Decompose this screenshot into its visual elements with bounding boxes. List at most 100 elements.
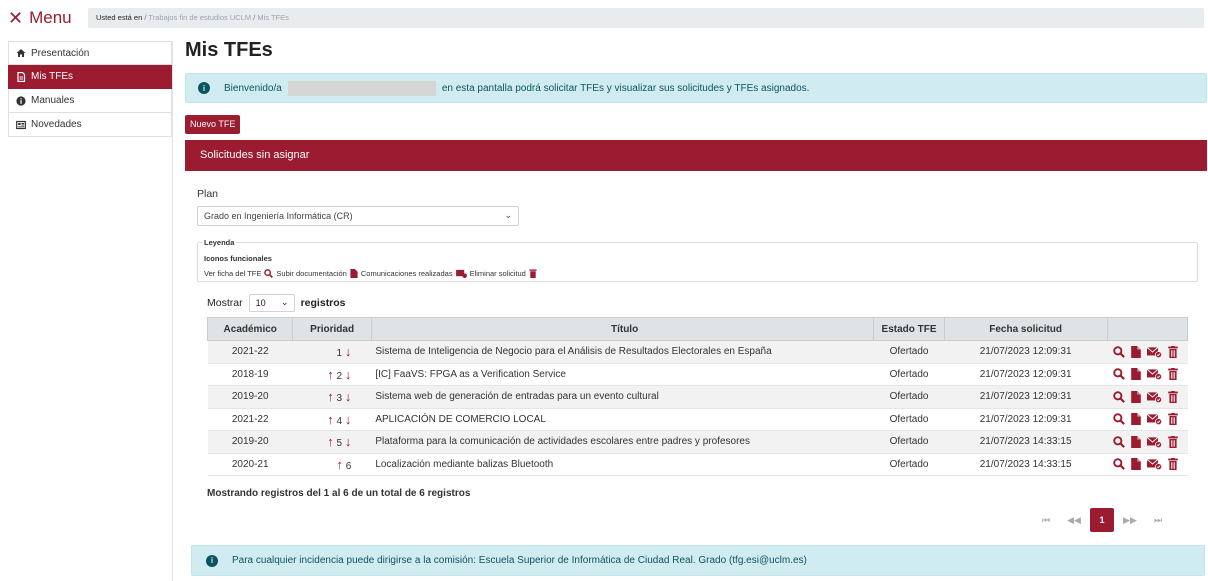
search-icon[interactable] bbox=[1113, 390, 1125, 403]
arrow-up-icon[interactable]: ↑ bbox=[327, 367, 334, 382]
cell-academico: 2020-21 bbox=[207, 453, 293, 476]
cell-estado: Ofertado bbox=[873, 453, 945, 476]
column-header-actions bbox=[1106, 317, 1189, 341]
cell-prioridad: ↑ 3 ↓ bbox=[292, 385, 372, 409]
arrow-down-icon[interactable]: ↓ bbox=[345, 412, 352, 427]
cell-academico: 2021-22 bbox=[207, 408, 293, 431]
arrow-up-icon[interactable]: ↑ bbox=[327, 389, 334, 404]
table-summary: Mostrando registros del 1 al 6 de un tot… bbox=[207, 488, 471, 499]
sidebar-item-manuales[interactable]: Manuales bbox=[8, 89, 172, 113]
breadcrumb-prefix: Usted está en bbox=[96, 13, 143, 22]
table-row: 2021-22 ↑ 4 ↓ APLICACIÓN DE COMERCIO LOCAL… bbox=[207, 408, 1188, 431]
card-header-unassigned: Solicitudes sin asignar bbox=[185, 140, 1207, 171]
search-icon[interactable] bbox=[1113, 435, 1125, 448]
envelope-check-icon[interactable] bbox=[1147, 391, 1163, 403]
table-row: 2021-22 1 ↓ Sistema de Inteligencia de Neg… bbox=[207, 340, 1188, 364]
cell-titulo: Sistema web de generación de entradas pa… bbox=[371, 385, 874, 409]
menu-toggle-button[interactable]: ✕ Menu bbox=[8, 8, 72, 28]
welcome-alert: i Bienvenido/a en esta pantalla podrá so… bbox=[185, 73, 1207, 103]
legend-comms-label: Comunicaciones realizadas bbox=[360, 269, 453, 278]
cell-prioridad: ↑ 2 ↓ bbox=[292, 363, 372, 386]
breadcrumb-current[interactable]: Mis TFEs bbox=[257, 13, 289, 22]
sidebar-item-mis-tfes[interactable]: Mis TFEs bbox=[8, 65, 172, 89]
trash-icon[interactable] bbox=[1168, 413, 1178, 426]
cell-titulo: Localización mediante balizas Bluetooth bbox=[371, 453, 874, 476]
sidebar-item-label: Mis TFEs bbox=[31, 71, 74, 82]
sidebar-item-novedades[interactable]: Novedades bbox=[8, 113, 172, 137]
column-header-academico[interactable]: Académico bbox=[206, 317, 294, 341]
column-header-fecha[interactable]: Fecha solicitud bbox=[943, 317, 1108, 341]
info-icon: i bbox=[198, 82, 210, 94]
sidebar-item-presentacion[interactable]: Presentación bbox=[8, 41, 172, 65]
newspaper-icon bbox=[16, 120, 26, 130]
pager-previous-button[interactable]: ◀◀ bbox=[1062, 508, 1086, 532]
arrow-down-icon[interactable]: ↓ bbox=[345, 367, 352, 382]
search-icon[interactable] bbox=[1113, 368, 1125, 381]
search-icon[interactable] bbox=[1113, 413, 1125, 426]
file-icon[interactable] bbox=[1131, 368, 1141, 381]
cell-estado: Ofertado bbox=[873, 340, 945, 364]
cell-prioridad: ↑ 5 ↓ bbox=[292, 430, 372, 454]
breadcrumb-separator: / bbox=[144, 13, 147, 22]
trash-icon[interactable] bbox=[1168, 458, 1178, 471]
chevron-down-icon: ⌄ bbox=[504, 210, 512, 220]
cell-academico: 2019-20 bbox=[207, 385, 293, 409]
welcome-text-pre: Bienvenido/a bbox=[224, 82, 282, 94]
cell-academico: 2019-20 bbox=[207, 430, 293, 454]
plan-select[interactable]: Grado en Ingeniería Informática (CR) ⌄ bbox=[197, 206, 519, 226]
search-icon[interactable] bbox=[1113, 458, 1125, 471]
page-length-select[interactable]: 10 ⌄ bbox=[248, 294, 295, 312]
envelope-check-icon[interactable] bbox=[1147, 436, 1163, 448]
trash-icon[interactable] bbox=[1168, 368, 1178, 381]
envelope-check-icon[interactable] bbox=[1147, 368, 1163, 381]
plan-selected-value: Grado en Ingeniería Informática (CR) bbox=[204, 211, 353, 221]
row-actions bbox=[1113, 435, 1187, 448]
table-header-row: Académico Prioridad Título Estado TFE Fe… bbox=[206, 317, 1189, 341]
requests-table: Académico Prioridad Título Estado TFE Fe… bbox=[206, 317, 1189, 476]
new-tfe-button[interactable]: Nuevo TFE bbox=[185, 115, 241, 134]
file-icon[interactable] bbox=[1131, 345, 1141, 358]
arrow-down-icon[interactable]: ↓ bbox=[345, 389, 352, 404]
cell-titulo: Sistema de Inteligencia de Negocio para … bbox=[371, 340, 874, 364]
envelope-check-icon[interactable] bbox=[1147, 458, 1163, 471]
column-header-prioridad[interactable]: Prioridad bbox=[292, 317, 372, 341]
envelope-check-icon[interactable] bbox=[1147, 346, 1163, 358]
cell-actions bbox=[1107, 453, 1188, 476]
footer-info-text: Para cualquier incidencia puede dirigirs… bbox=[232, 555, 807, 566]
pager-page-button[interactable]: 1 bbox=[1090, 508, 1114, 532]
cell-actions bbox=[1107, 385, 1188, 409]
breadcrumb-link-tfe-uclm[interactable]: Trabajos fin de estudios UCLM bbox=[148, 13, 251, 22]
file-icon[interactable] bbox=[1131, 413, 1141, 426]
arrow-up-icon[interactable]: ↑ bbox=[336, 457, 343, 472]
close-icon: ✕ bbox=[8, 8, 24, 28]
welcome-text-post: en esta pantalla podrá solicitar TFEs y … bbox=[441, 82, 810, 94]
pager-next-button[interactable]: ▶▶ bbox=[1118, 508, 1142, 532]
cell-actions bbox=[1107, 363, 1188, 386]
file-icon[interactable] bbox=[1131, 435, 1141, 448]
priority-value: 3 bbox=[336, 393, 343, 405]
cell-estado: Ofertado bbox=[873, 430, 945, 454]
pager-first-button[interactable]: ⏮ bbox=[1034, 508, 1058, 532]
arrow-up-icon[interactable]: ↑ bbox=[327, 434, 334, 449]
sidebar: Presentación Mis TFEs Manuales Novedades bbox=[8, 41, 173, 581]
arrow-down-icon[interactable]: ↓ bbox=[345, 344, 352, 359]
cell-actions bbox=[1107, 430, 1188, 454]
file-icon[interactable] bbox=[1131, 390, 1141, 403]
column-header-titulo[interactable]: Título bbox=[370, 317, 875, 341]
info-circle-icon bbox=[16, 95, 26, 106]
priority-value: 4 bbox=[336, 415, 343, 427]
pager-last-button[interactable]: ⏭ bbox=[1146, 508, 1170, 532]
trash-icon[interactable] bbox=[1168, 435, 1178, 448]
envelope-check-icon[interactable] bbox=[1147, 413, 1163, 426]
trash-icon[interactable] bbox=[1168, 345, 1178, 358]
row-actions bbox=[1113, 390, 1187, 403]
cell-academico: 2018-19 bbox=[207, 363, 293, 386]
priority-value: 5 bbox=[336, 438, 343, 450]
column-header-estado[interactable]: Estado TFE bbox=[873, 317, 945, 341]
arrow-up-icon[interactable]: ↑ bbox=[327, 412, 334, 427]
file-icon[interactable] bbox=[1131, 458, 1141, 471]
arrow-down-icon[interactable]: ↓ bbox=[345, 434, 352, 449]
trash-icon[interactable] bbox=[1168, 390, 1178, 403]
table-row: 2019-20 ↑ 3 ↓ Sistema web de generación de… bbox=[207, 385, 1188, 409]
search-icon[interactable] bbox=[1113, 345, 1125, 358]
